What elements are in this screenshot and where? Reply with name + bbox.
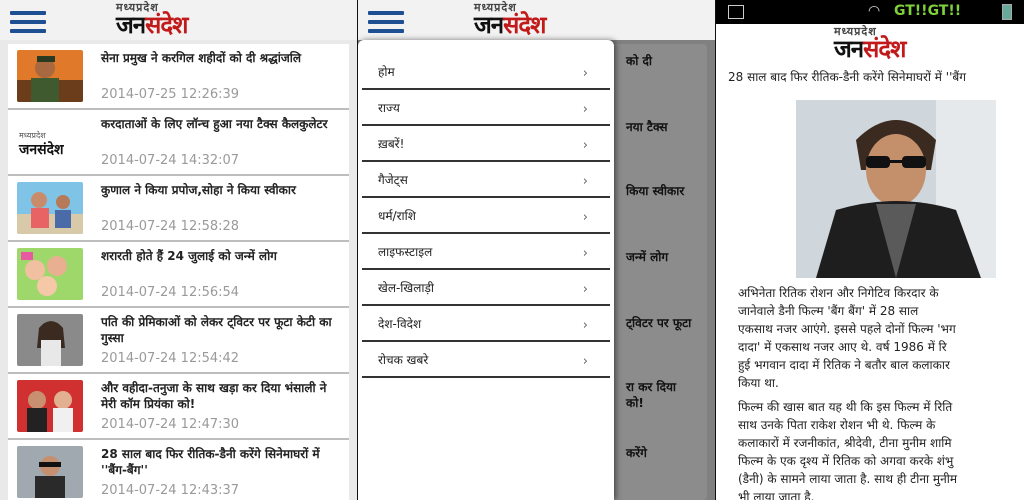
chevron-right-icon: › bbox=[582, 102, 588, 117]
news-item[interactable]: 28 साल बाद फिर रीतिक-डैनी करेंगे सिनेमाघ… bbox=[8, 440, 349, 500]
article-paragraph: अभिनेता रितिक रोशन और निगेटिव किरदार के ज… bbox=[738, 286, 956, 390]
news-item[interactable]: मध्यप्रदेश जनसंदेश करदाताओं के लिए लॉन्च … bbox=[8, 110, 349, 176]
menu-item-states[interactable]: राज्य › bbox=[362, 90, 610, 126]
chevron-right-icon: › bbox=[582, 354, 588, 369]
news-thumbnail bbox=[17, 50, 83, 102]
svg-text:जनसंदेश: जनसंदेश bbox=[18, 141, 64, 158]
article-title: 28 साल बाद फिर रीतिक-डैनी करेंगे सिनेमाघ… bbox=[728, 70, 966, 84]
app-logo: मध्यप्रदेश जनसंदेश bbox=[834, 25, 906, 63]
news-item[interactable]: कुणाल ने किया प्रपोज,सोहा ने किया स्वीका… bbox=[8, 176, 349, 242]
news-thumbnail bbox=[17, 314, 83, 366]
news-item[interactable]: पति की प्रेमिकाओं को लेकर ट्विटर पर फूटा… bbox=[8, 308, 349, 374]
news-thumbnail bbox=[17, 182, 83, 234]
nav-drawer: होम › राज्य › ख़बरें! › गैजेट्स › धर्म/राशि ›… bbox=[358, 40, 614, 500]
battery-icon bbox=[1002, 4, 1012, 20]
article-paragraph: फिल्म की खास बात यह थी कि इस फिल्म में र… bbox=[738, 400, 958, 500]
news-thumbnail bbox=[17, 380, 83, 432]
news-thumbnail bbox=[17, 446, 83, 498]
menu-item-gadgets[interactable]: गैजेट्स › bbox=[362, 162, 610, 198]
app-bar: मध्यप्रदेश जनसंदेश bbox=[358, 0, 715, 40]
news-thumbnail: मध्यप्रदेश जनसंदेश bbox=[17, 116, 83, 168]
app-logo: मध्यप्रदेश जनसंदेश bbox=[116, 1, 188, 39]
article-photo bbox=[796, 100, 996, 278]
menu-drawer-screen: मध्यप्रदेश जनसंदेश को दी नया टैक्स किया … bbox=[358, 0, 715, 500]
app-logo: मध्यप्रदेश जनसंदेश bbox=[474, 1, 546, 39]
menu-item-news[interactable]: ख़बरें! › bbox=[362, 126, 610, 162]
menu-icon[interactable] bbox=[10, 11, 46, 33]
menu-item-religion[interactable]: धर्म/राशि › bbox=[362, 198, 610, 234]
chevron-right-icon: › bbox=[582, 174, 588, 189]
news-item[interactable]: शरारती होते हैं 24 जुलाई को जन्में लोग 2… bbox=[8, 242, 349, 308]
chevron-right-icon: › bbox=[582, 138, 588, 153]
chevron-right-icon: › bbox=[582, 246, 588, 261]
news-item[interactable]: और वहीदा-तनुजा के साथ खड़ा कर दिया भंसाल… bbox=[8, 374, 349, 440]
svg-text:मध्यप्रदेश: मध्यप्रदेश bbox=[19, 130, 46, 140]
menu-icon[interactable] bbox=[368, 11, 404, 33]
chevron-right-icon: › bbox=[582, 210, 588, 225]
news-thumbnail bbox=[17, 248, 83, 300]
status-bar: ◠ GT!!GT!! bbox=[716, 0, 1024, 24]
menu-item-sports[interactable]: खेल-खिलाड़ी › bbox=[362, 270, 610, 306]
menu-item-home[interactable]: होम › bbox=[362, 54, 610, 90]
news-item[interactable]: सेना प्रमुख ने करगिल शहीदों को दी श्रद्ध… bbox=[8, 44, 349, 110]
chevron-right-icon: › bbox=[582, 282, 588, 297]
news-list-screen: मध्यप्रदेश जनसंदेश सेना प्रमुख ने करगिल … bbox=[0, 0, 357, 500]
article-screen: ◠ GT!!GT!! मध्यप्रदेश जनसंदेश 28 साल बाद… bbox=[716, 0, 1024, 500]
menu-item-world[interactable]: देश-विदेश › bbox=[362, 306, 610, 342]
menu-item-lifestyle[interactable]: लाइफस्टाइल › bbox=[362, 234, 610, 270]
chevron-right-icon: › bbox=[582, 318, 588, 333]
gallery-notification-icon bbox=[728, 5, 744, 19]
wifi-icon: ◠ bbox=[868, 3, 881, 19]
app-bar: मध्यप्रदेश जनसंदेश bbox=[0, 0, 357, 40]
chevron-right-icon: › bbox=[582, 66, 588, 81]
menu-item-interesting[interactable]: रोचक खबरे › bbox=[362, 342, 610, 378]
